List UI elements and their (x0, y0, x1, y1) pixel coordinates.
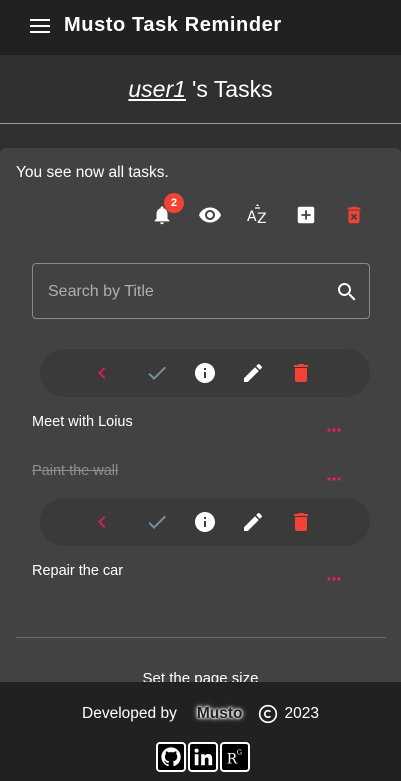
page-title-suffix: 's Tasks (191, 75, 273, 102)
app-title: Musto Task Reminder (64, 14, 282, 36)
page-title: user1's Tasks (128, 76, 272, 103)
task-action-bar (40, 349, 370, 397)
sort-az-icon[interactable]: AZ (246, 203, 270, 227)
task-item-title-done[interactable]: Paint the wall (32, 463, 118, 479)
social-links: RG (156, 742, 250, 772)
pencil-icon[interactable] (241, 361, 265, 385)
copyright-year: 2023 (284, 705, 319, 722)
task-action-bar (40, 498, 370, 546)
copyright-icon (258, 704, 278, 724)
info-icon[interactable] (193, 361, 217, 385)
researchgate-icon[interactable]: RG (220, 742, 250, 772)
trash-icon[interactable] (289, 361, 313, 385)
svg-text:Z: Z (257, 211, 267, 227)
trash-icon[interactable] (289, 510, 313, 534)
eye-icon[interactable] (198, 203, 222, 227)
delete-forever-icon[interactable] (342, 203, 366, 227)
chevron-left-icon[interactable] (90, 361, 114, 385)
username-link[interactable]: user1 (128, 76, 186, 102)
footer-credits: Developed by Musto 2023 (0, 704, 401, 724)
svg-text:G: G (237, 748, 242, 756)
developed-by-text: Developed by (82, 705, 177, 722)
task-item-title[interactable]: Meet with Loius (32, 414, 133, 430)
chevron-left-icon[interactable] (90, 510, 114, 534)
footer: Developed by Musto 2023 RG (0, 682, 401, 781)
linkedin-icon[interactable] (188, 742, 218, 772)
page-size-label: Set the page size (142, 670, 259, 682)
info-icon[interactable] (193, 510, 217, 534)
search-input[interactable] (48, 280, 328, 304)
app-bar: Musto Task Reminder (0, 0, 401, 54)
tasks-card: You see now all tasks. 2 AZ Meet with Lo… (0, 148, 401, 682)
status-text: You see now all tasks. (16, 164, 169, 181)
svg-text:A: A (247, 209, 257, 225)
add-box-icon[interactable] (294, 203, 318, 227)
menu-icon[interactable] (30, 19, 50, 35)
task-item-title[interactable]: Repair the car (32, 563, 123, 579)
notification-badge: 2 (164, 193, 184, 213)
search-icon[interactable] (335, 280, 359, 304)
search-field (32, 263, 370, 319)
divider (16, 637, 386, 638)
github-icon[interactable] (156, 742, 186, 772)
pencil-icon[interactable] (241, 510, 265, 534)
page-header: user1's Tasks (0, 54, 401, 124)
more-icon[interactable] (326, 420, 342, 432)
check-icon[interactable] (145, 361, 169, 385)
brand-logo[interactable]: Musto (197, 705, 243, 723)
more-icon[interactable] (326, 569, 342, 581)
check-icon[interactable] (145, 510, 169, 534)
more-icon[interactable] (326, 469, 342, 481)
